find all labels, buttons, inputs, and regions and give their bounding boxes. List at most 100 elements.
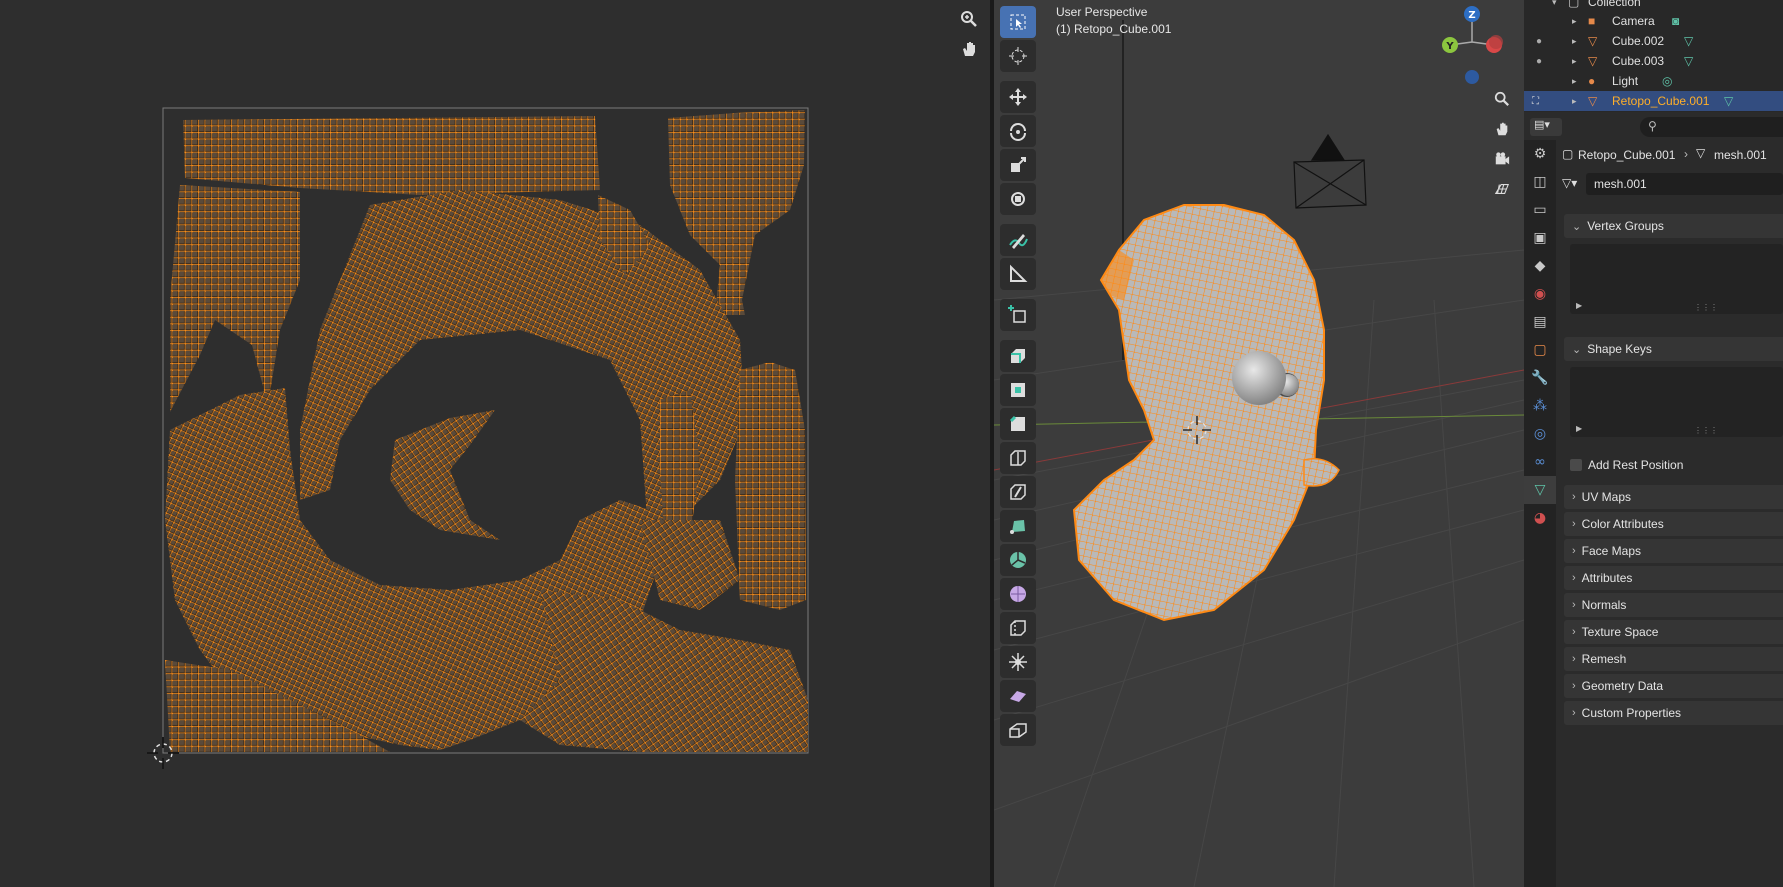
shape-keys-list[interactable]: ▶ ⋮⋮⋮ [1570,367,1783,437]
expand-triangle-icon[interactable]: ▸ [1572,96,1577,107]
mesh-object-icon: ▽ [1588,54,1598,68]
panel-custom-properties[interactable]: › Custom Properties [1564,701,1783,725]
head-mesh[interactable] [1072,204,1340,622]
mesh-browse-icon[interactable]: ▽▾ [1562,176,1577,190]
poly-build-icon[interactable] [1000,510,1036,542]
vertex-groups-list[interactable]: ▶ ⋮⋮⋮ [1570,244,1783,314]
rotate-icon[interactable] [1000,115,1036,147]
panel-attributes[interactable]: › Attributes [1564,566,1783,590]
expand-triangle-icon[interactable]: ▸ [1572,36,1577,47]
transform-icon[interactable] [1000,183,1036,215]
chevron-right-icon: › [1572,572,1576,584]
camera-icon[interactable] [1489,146,1515,172]
expand-triangle-icon[interactable]: ▸ [1572,16,1577,27]
properties-header: ▤▾ ⚲ [1524,114,1783,140]
physics-icon[interactable]: ◎ [1524,420,1556,448]
properties-search-field[interactable]: ⚲ [1640,117,1783,137]
mesh-data-icon: ▽ [1684,34,1694,48]
panel-uv-maps[interactable]: › UV Maps [1564,485,1783,509]
outliner-item-cube-003[interactable]: ● ▸ ▽ Cube.003 ▽ [1524,51,1783,71]
collapse-triangle-icon[interactable]: ▾ [1552,0,1557,8]
outliner-item-cube-002[interactable]: ● ▸ ▽ Cube.002 ▽ [1524,31,1783,51]
bevel-icon[interactable] [1000,408,1036,440]
mesh-name-field[interactable]: mesh.001 [1586,173,1783,195]
world-icon[interactable]: ◉ [1524,280,1556,308]
add-cube-icon[interactable] [1000,299,1036,331]
loop-cut-icon[interactable] [1000,442,1036,474]
panel-face-maps[interactable]: › Face Maps [1564,539,1783,563]
panel-vertex-groups[interactable]: ⌄ Vertex Groups [1564,214,1783,238]
list-expand-icon[interactable]: ▶ [1576,424,1582,433]
panel-shape-keys[interactable]: ⌄ Shape Keys [1564,337,1783,361]
smooth-icon[interactable] [1000,578,1036,610]
shrink-fatten-icon[interactable] [1000,646,1036,678]
visibility-dot-icon[interactable]: ● [1536,56,1542,67]
extrude-region-icon[interactable] [1000,340,1036,372]
cursor-icon[interactable] [1000,40,1036,72]
resize-grip-icon[interactable]: ⋮⋮⋮ [1694,303,1718,312]
panel-geometry-data[interactable]: › Geometry Data [1564,674,1783,698]
outliner-item-light[interactable]: ▸ ● Light ◎ [1524,71,1783,91]
navigation-gizmo[interactable]: Z Y [1442,6,1503,84]
annotate-icon[interactable] [1000,224,1036,256]
collection-icon[interactable]: ▤ [1524,308,1556,336]
object-icon[interactable]: ▢ [1524,336,1556,364]
modifier-icon[interactable]: 🔧 [1524,364,1556,392]
resize-grip-icon[interactable]: ⋮⋮⋮ [1694,426,1718,435]
panel-remesh[interactable]: › Remesh [1564,647,1783,671]
knife-icon[interactable] [1000,476,1036,508]
outliner-item-retopo-cube-001[interactable]: ⛶ ▸ ▽ Retopo_Cube.001 ▽ [1524,91,1783,111]
panel-normals[interactable]: › Normals [1564,593,1783,617]
hand-pan-icon[interactable] [956,36,982,62]
gizmo-z-label: Z [1468,10,1475,21]
spin-icon[interactable] [1000,544,1036,576]
move-icon[interactable] [1000,81,1036,113]
add-rest-position-checkbox[interactable] [1570,459,1582,471]
inset-faces-icon[interactable] [1000,374,1036,406]
zoom-icon[interactable] [956,6,982,32]
scene-icon[interactable]: ◆ [1524,252,1556,280]
shear-icon[interactable] [1000,680,1036,712]
chevron-down-icon: ⌄ [1572,343,1582,356]
outliner-item-label: Camera [1612,14,1655,28]
uv-islands[interactable] [165,110,808,752]
panel-texture-space[interactable]: › Texture Space [1564,620,1783,644]
scale-icon[interactable] [1000,149,1036,181]
camera-object[interactable] [1293,133,1367,209]
grid-icon[interactable] [1489,176,1515,202]
breadcrumb-mesh: mesh.001 [1714,148,1767,162]
mesh-data-icon[interactable]: ▽ [1524,476,1556,504]
output-icon[interactable]: ▭ [1524,196,1556,224]
hand-pan-icon[interactable] [1489,116,1515,142]
collection-name: Collection [1588,0,1641,9]
panel-color-attributes[interactable]: › Color Attributes [1564,512,1783,536]
constraints-icon[interactable]: ∞ [1524,448,1556,476]
visibility-dot-icon[interactable]: ● [1536,36,1542,47]
mesh-object-icon: ▽ [1588,94,1598,108]
rip-region-icon[interactable] [1000,714,1036,746]
expand-triangle-icon[interactable]: ▸ [1572,56,1577,67]
outliner[interactable]: ▾ ▢ Collection ▸ ■ Camera ◙ ● ▸ ▽ Cube.0… [1524,0,1783,112]
uv-layout-canvas[interactable] [0,0,990,887]
outliner-item-camera[interactable]: ▸ ■ Camera ◙ [1524,11,1783,31]
gizmo-y-label: Y [1445,41,1454,52]
uv-editor[interactable] [0,0,990,887]
expand-triangle-icon[interactable]: ▸ [1572,76,1577,87]
select-box-icon[interactable] [1000,6,1036,38]
particles-icon[interactable]: ⁂ [1524,392,1556,420]
chevron-right-icon: › [1572,518,1576,530]
tool-icon[interactable]: ⚙ [1524,140,1556,168]
zoom-icon[interactable] [1489,86,1515,112]
3d-viewport[interactable]: Z Y User Perspective (1) Retopo_Cube.001 [994,0,1524,887]
viewport-scene[interactable]: Z Y [994,0,1524,887]
render-icon[interactable]: ◫ [1524,168,1556,196]
eyeball [1232,351,1286,405]
properties-tabs: ⚙ ◫ ▭ ▣ ◆ ◉ ▤ ▢ 🔧 ⁂ ◎ ∞ ▽ ◕ [1524,140,1556,887]
material-icon[interactable]: ◕ [1524,504,1556,532]
measure-icon[interactable] [1000,258,1036,290]
editor-type-icon[interactable]: ▤▾ [1530,118,1562,136]
list-expand-icon[interactable]: ▶ [1576,301,1582,310]
view-layer-icon[interactable]: ▣ [1524,224,1556,252]
select-box-icon[interactable]: ⛶ [1532,96,1539,107]
edge-slide-icon[interactable] [1000,612,1036,644]
